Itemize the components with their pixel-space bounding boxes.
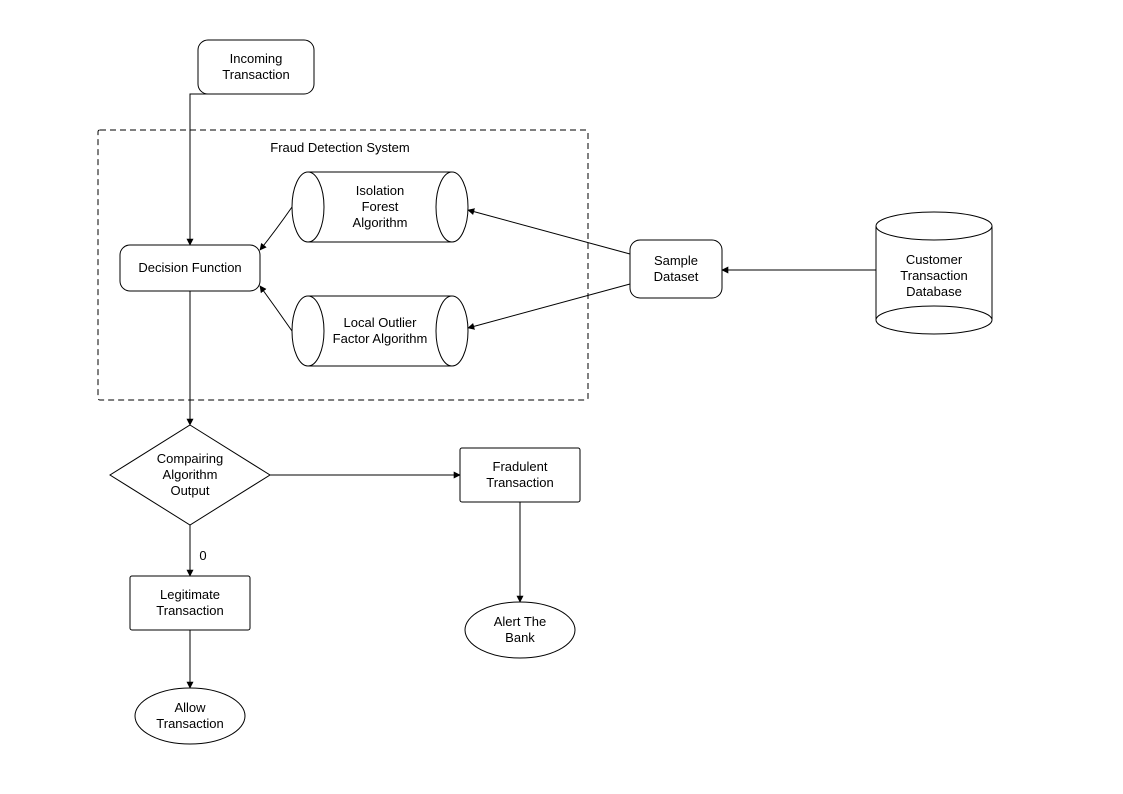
allow-transaction-label: AllowTransaction — [135, 696, 245, 736]
sample-dataset-label: SampleDataset — [630, 240, 722, 298]
alert-bank-label: Alert TheBank — [465, 610, 575, 650]
isolation-forest-label: IsolationForestAlgorithm — [316, 172, 444, 242]
fraud-transaction-label: FradulentTransaction — [460, 448, 580, 502]
compare-output-label: CompairingAlgorithmOutput — [130, 445, 250, 505]
edge-isolation-to-decision — [260, 207, 292, 250]
edge-lof-to-decision — [260, 286, 292, 331]
incoming-transaction-label: IncomingTransaction — [198, 40, 314, 94]
edge-sample-to-lof — [468, 284, 630, 328]
customer-db-label: CustomerTransactionDatabase — [876, 232, 992, 320]
edge-sample-to-isolation — [468, 210, 630, 254]
edge-incoming-to-decision — [190, 94, 216, 245]
system-title-label: Fraud Detection System — [240, 138, 440, 158]
flowchart-canvas — [0, 0, 1123, 794]
decision-function-label: Decision Function — [120, 245, 260, 291]
legit-transaction-label: LegitimateTransaction — [130, 576, 250, 630]
lof-label: Local OutlierFactor Algorithm — [316, 296, 444, 366]
edge-label-zero: 0 — [196, 548, 210, 564]
